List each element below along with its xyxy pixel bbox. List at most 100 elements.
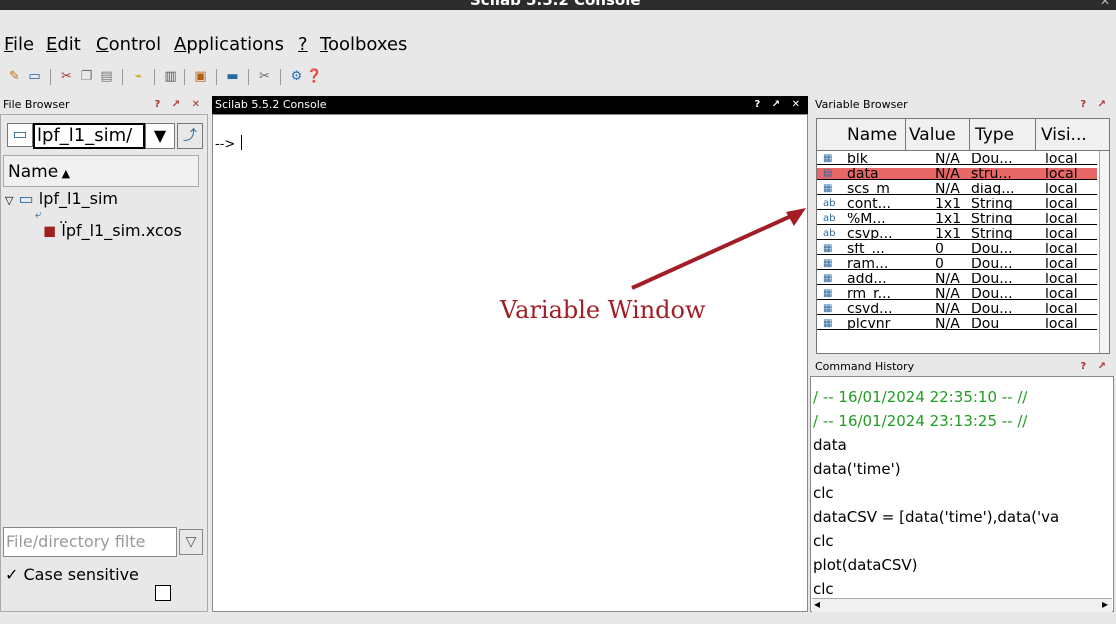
variable-row[interactable]: ▦ add... N/A Dou... local xyxy=(817,273,1097,285)
history-command[interactable]: clc xyxy=(813,580,834,598)
go-up-icon[interactable]: ⤴ xyxy=(177,123,203,149)
filter-icon[interactable]: ▽ xyxy=(179,529,203,555)
menu-control[interactable]: Control xyxy=(96,34,161,55)
variable-type: Dou... xyxy=(971,243,1013,255)
col-type[interactable]: Type xyxy=(975,125,1014,145)
open-file-icon[interactable]: ▭ xyxy=(26,68,43,85)
variable-name: csvd... xyxy=(847,303,893,315)
variable-row[interactable]: ab cont... 1x1 String local xyxy=(817,198,1097,210)
print-icon[interactable]: ▥ xyxy=(162,68,179,85)
variable-vis: local xyxy=(1045,288,1078,300)
variable-type: stru... xyxy=(971,168,1012,180)
command-history-title: Command History xyxy=(815,360,915,373)
variable-type: String xyxy=(971,198,1013,210)
variable-vis: local xyxy=(1045,273,1078,285)
variable-vis: local xyxy=(1045,228,1078,240)
panel-controls[interactable]: ? ↗ xyxy=(1080,96,1110,114)
vertical-scrollbar[interactable] xyxy=(1099,151,1109,353)
variable-row[interactable]: ab %M... 1x1 String local xyxy=(817,213,1097,225)
tree-file[interactable]: ◼ lpf_l1_sim.xcos xyxy=(43,221,182,240)
variable-row[interactable]: ▦ sft_... 0 Dou... local xyxy=(817,243,1097,255)
tree-root[interactable]: ▽ ▭ lpf_l1_sim xyxy=(5,189,118,208)
menu-help[interactable]: ? xyxy=(298,34,308,55)
paste-icon[interactable]: ▤ xyxy=(98,68,115,85)
case-sensitive-checkbox[interactable] xyxy=(155,585,171,601)
horizontal-scrollbar[interactable]: ◂ ▸ xyxy=(812,597,1112,612)
checkmark-icon: ✓ xyxy=(5,565,19,584)
variable-type: diag... xyxy=(971,183,1015,195)
menu-edit[interactable]: Edit xyxy=(46,34,81,55)
case-sensitive-row[interactable]: ✓ Case sensitive xyxy=(5,565,139,584)
variable-row[interactable]: ▦ scs_m N/A diag... local xyxy=(817,183,1097,195)
clear-console-icon[interactable]: ⌁ xyxy=(130,68,147,85)
file-filter-input[interactable]: File/directory filte xyxy=(3,527,177,557)
variable-type: String xyxy=(971,228,1013,240)
variable-row[interactable]: ▦ ram... 0 Dou... local xyxy=(817,258,1097,270)
module-manager-icon[interactable]: ▣ xyxy=(192,68,209,85)
console-prompt: --> xyxy=(215,137,236,152)
variable-type-icon: ▤ xyxy=(823,168,833,179)
history-session-marker[interactable]: / -- 16/01/2024 23:13:25 -- // xyxy=(813,412,1027,430)
name-column-label: Name xyxy=(8,162,59,182)
panel-controls[interactable]: ? ↗ ✕ xyxy=(754,96,804,114)
variable-vis: local xyxy=(1045,198,1078,210)
name-column-header[interactable]: Name ▲ xyxy=(3,155,199,187)
variable-row[interactable]: ▤ data N/A stru... local xyxy=(817,168,1097,180)
col-value[interactable]: Value xyxy=(909,125,956,145)
toolbar-separator xyxy=(216,69,217,85)
variable-vis: local xyxy=(1045,168,1078,180)
column-divider xyxy=(905,119,906,151)
variable-row[interactable]: ▦ rm_r... N/A Dou... local xyxy=(817,288,1097,300)
window-titlebar: Scilab 5.5.2 Console ✕ xyxy=(0,0,1116,10)
col-name[interactable]: Name xyxy=(847,125,897,145)
variable-type-icon: ▦ xyxy=(823,153,833,164)
variable-row[interactable]: ▦ plcvnr N/A Dou local xyxy=(817,318,1097,330)
file-name: lpf_l1_sim.xcos xyxy=(61,221,182,240)
folder-icon[interactable]: ▭ xyxy=(7,123,33,147)
panel-controls[interactable]: ? ↗ xyxy=(1080,358,1110,376)
cut-icon[interactable]: ✂ xyxy=(58,68,75,85)
scroll-left-icon[interactable]: ◂ xyxy=(814,597,820,611)
variable-row[interactable]: ▦ blk N/A Dou... local xyxy=(817,153,1097,165)
menu-toolboxes[interactable]: Toolboxes xyxy=(320,34,407,55)
variable-value: N/A xyxy=(935,273,960,285)
toolbar-separator xyxy=(184,69,185,85)
expand-icon[interactable]: ▽ xyxy=(5,194,13,207)
close-icon[interactable]: ✕ xyxy=(1100,0,1110,8)
col-visibility[interactable]: Visi... xyxy=(1041,125,1087,145)
history-command[interactable]: data xyxy=(813,436,847,454)
toolbar-separator xyxy=(122,69,123,85)
panel-controls[interactable]: ? ↗ ✕ xyxy=(154,96,204,114)
variable-vis: local xyxy=(1045,153,1078,165)
copy-icon[interactable]: ❐ xyxy=(78,68,95,85)
variable-type-icon: ▦ xyxy=(823,318,833,329)
variable-name: rm_r... xyxy=(847,288,891,300)
variable-value: 1x1 xyxy=(935,198,962,210)
history-command[interactable]: clc xyxy=(813,484,834,502)
demos-icon[interactable]: ⚙ xyxy=(288,68,305,85)
preferences-icon[interactable]: ✂ xyxy=(256,68,273,85)
help-icon[interactable]: ❓ xyxy=(306,68,323,85)
variable-browser-header: Variable Browser ? ↗ xyxy=(812,96,1114,114)
sciNotes-icon[interactable]: ▬ xyxy=(224,68,241,85)
history-command[interactable]: dataCSV = [data('time'),data('va xyxy=(813,508,1059,526)
root-folder-name: lpf_l1_sim xyxy=(38,189,119,208)
path-combobox[interactable]: lpf_l1_sim/ xyxy=(33,123,145,149)
history-session-marker[interactable]: / -- 16/01/2024 22:35:10 -- // xyxy=(813,388,1027,406)
variable-row[interactable]: ab csvp... 1x1 String local xyxy=(817,228,1097,240)
scroll-right-icon[interactable]: ▸ xyxy=(1102,597,1108,611)
console-area[interactable]: --> xyxy=(212,114,808,612)
menu-applications[interactable]: Applications xyxy=(174,34,284,55)
history-command[interactable]: clc xyxy=(813,532,834,550)
chevron-down-icon[interactable]: ▼ xyxy=(145,123,175,149)
toolbar: ✎ ▭ ✂ ❐ ▤ ⌁ ▥ ▣ ▬ ✂ ⚙ ❓ xyxy=(0,66,1116,90)
new-script-icon[interactable]: ✎ xyxy=(6,68,23,85)
variable-row[interactable]: ▦ csvd... N/A Dou... local xyxy=(817,303,1097,315)
variable-type: Dou xyxy=(971,318,1000,330)
history-command[interactable]: data('time') xyxy=(813,460,901,478)
variable-name: %M... xyxy=(847,213,886,225)
history-command[interactable]: plot(dataCSV) xyxy=(813,556,918,574)
window-title: Scilab 5.5.2 Console xyxy=(470,0,641,9)
variable-value: N/A xyxy=(935,168,960,180)
menu-file[interactable]: File xyxy=(4,34,34,55)
